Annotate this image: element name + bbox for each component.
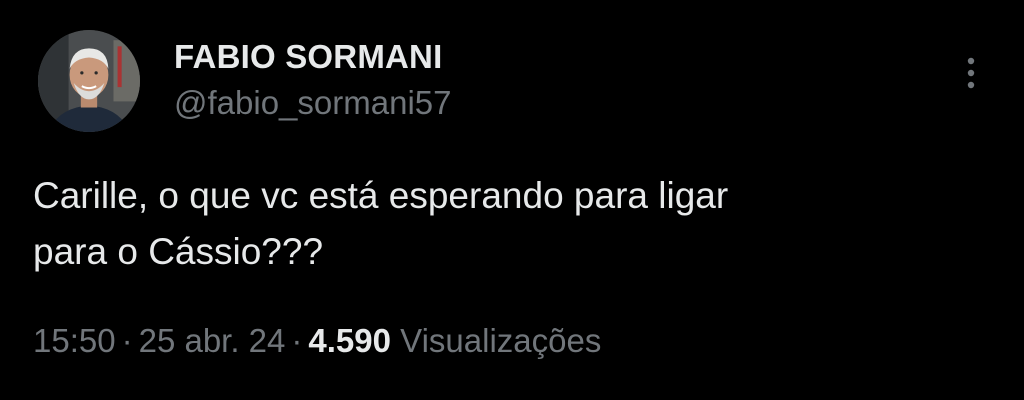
more-options-button[interactable] [954,52,988,94]
meta-separator: · [121,322,133,359]
avatar[interactable] [38,30,140,132]
meta-separator: · [291,322,303,359]
tweet-text: Carille, o que vc está esperando para li… [33,168,993,280]
tweet-time[interactable]: 15:50 [33,322,116,359]
tweet-text-line-1: Carille, o que vc está esperando para li… [33,175,729,216]
tweet-card: FABIO SORMANI @fabio_sormani57 Carille, … [0,0,1024,400]
view-count: 4.590 [308,322,391,359]
view-label: Visualizações [400,322,602,359]
user-handle[interactable]: @fabio_sormani57 [174,84,452,122]
display-name[interactable]: FABIO SORMANI [174,38,442,76]
tweet-meta: 15:50 · 25 abr. 24 · 4.590 Visualizações [33,322,601,360]
tweet-text-line-2: para o Cássio??? [33,231,324,272]
avatar-photo-icon [38,30,140,132]
more-vertical-icon [967,57,975,89]
tweet-date[interactable]: 25 abr. 24 [139,322,286,359]
